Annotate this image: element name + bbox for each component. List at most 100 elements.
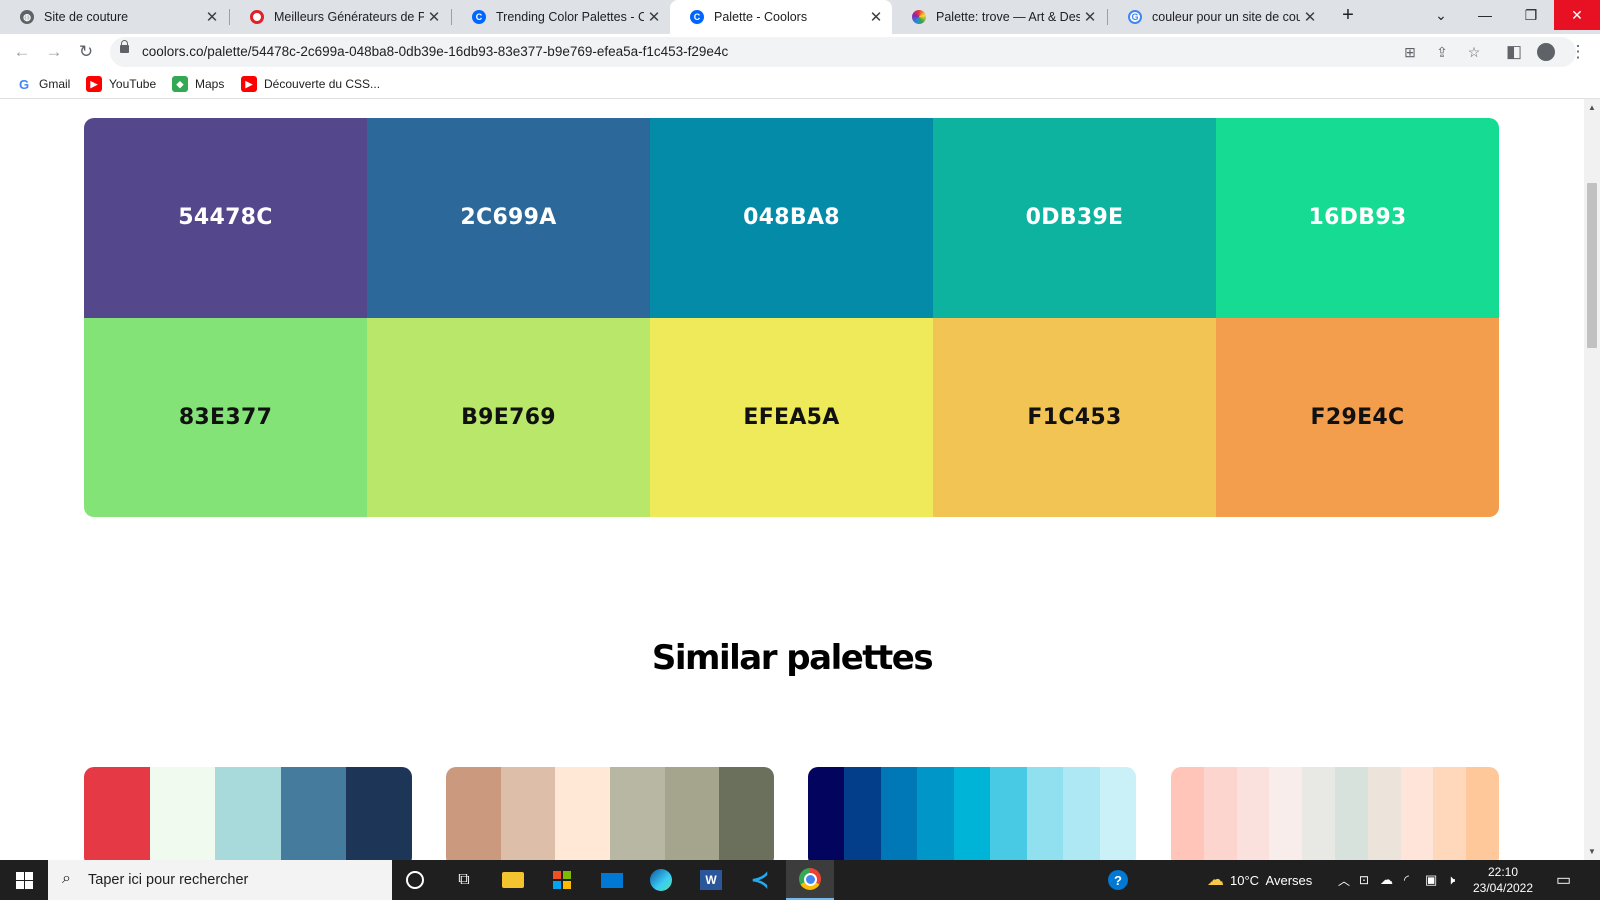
color-swatch[interactable]: F1C453 [933,317,1216,517]
color-hex-label: F29E4C [1310,404,1405,430]
cortana-icon[interactable] [400,865,430,895]
similar-palette-3[interactable] [808,767,1136,860]
weather-widget[interactable]: ☁ 10°C Averses [1207,860,1312,900]
weather-cloud-icon: ☁ [1207,870,1224,889]
translate-icon[interactable]: ⊞ [1400,42,1420,62]
similar-color-stripe [990,767,1027,860]
color-swatch[interactable]: 2C699A [367,118,650,318]
forward-icon[interactable]: → [42,40,66,64]
color-swatch[interactable]: B9E769 [367,317,650,517]
file-explorer-icon[interactable] [498,865,528,895]
menu-icon[interactable]: ⋮ [1566,40,1590,64]
edge-icon[interactable] [646,865,676,895]
page-content: 54478C 2C699A 048BA8 0DB39E 16DB93 83E377 B9E7… [0,99,1584,860]
similar-color-stripe [1302,767,1335,860]
back-icon[interactable]: ← [10,40,34,64]
close-icon[interactable]: ✕ [202,8,222,26]
reload-icon[interactable]: ↻ [74,40,98,64]
weather-text: 10°C Averses [1230,872,1313,888]
color-hex-label: 83E377 [178,404,273,430]
microsoft-store-icon[interactable] [547,865,577,895]
similar-color-stripe [844,767,881,860]
page-scrollbar[interactable]: ▲ ▼ [1584,99,1600,860]
color-hex-label: 0DB39E [1025,205,1124,231]
task-view-icon[interactable]: ⧉ [449,865,479,895]
profile-icon[interactable] [1534,40,1558,64]
similar-palette-2[interactable] [446,767,774,860]
color-swatch[interactable]: EFEA5A [650,317,933,517]
color-swatch[interactable]: 16DB93 [1216,118,1499,318]
tab-3[interactable]: C Trending Color Palettes - Coo ✕ [452,0,670,34]
similar-palette-4[interactable] [1171,767,1499,860]
tray-app-icon[interactable]: ⊡ [1359,860,1369,900]
similar-color-stripe [346,767,412,860]
window-close-icon[interactable]: ✕ [1554,0,1600,30]
wifi-icon[interactable]: ◜ [1404,860,1409,900]
similar-color-stripe [953,767,991,860]
help-icon[interactable]: ? [1103,865,1133,895]
side-panel-icon[interactable]: ◧ [1502,40,1526,64]
tab-6[interactable]: G couleur pour un site de coutu ✕ [1108,0,1326,34]
google-icon: G [18,76,30,92]
color-swatch[interactable]: F29E4C [1216,317,1499,517]
bookmark-youtube[interactable]: ▶ YouTube [86,76,156,92]
similar-color-stripe [1099,767,1136,860]
similar-color-stripe [1026,767,1064,860]
close-icon[interactable]: ✕ [424,8,444,26]
tab-5[interactable]: Palette: trove — Art & Design ✕ [892,0,1106,34]
tab-search-icon[interactable]: ⌄ [1418,0,1464,30]
bookmark-label: YouTube [109,77,157,91]
tab-1[interactable]: ◍ Site de couture ✕ [0,0,228,34]
bookmark-maps[interactable]: ◆ Maps [172,76,224,92]
coolors-icon: C [690,10,704,24]
vscode-icon[interactable]: ≺ [745,865,775,895]
bookmark-gmail[interactable]: G Gmail [16,76,70,92]
chrome-icon[interactable] [786,860,834,900]
color-hex-label: 2C699A [460,205,557,231]
color-swatch[interactable]: 048BA8 [650,118,933,318]
scrollbar-thumb[interactable] [1587,183,1597,348]
tray-chevron-icon[interactable]: ︿ [1338,860,1350,900]
similar-palette-1[interactable] [84,767,412,860]
scroll-up-icon[interactable]: ▲ [1588,103,1596,112]
share-icon[interactable]: ⇪ [1432,42,1452,62]
color-wheel-icon [912,10,926,24]
similar-color-stripe [1367,767,1401,860]
notification-icon[interactable]: ▭ [1556,860,1571,900]
url-text: coolors.co/palette/54478c-2c699a-048ba8-… [142,44,729,59]
color-swatch[interactable]: 54478C [84,118,367,318]
scroll-down-icon[interactable]: ▼ [1588,847,1596,856]
similar-color-stripe [555,767,611,860]
tab-4-active[interactable]: C Palette - Coolors ✕ [670,0,892,34]
lock-icon[interactable] [120,40,129,53]
bookmark-label: Gmail [39,77,71,91]
tab-2[interactable]: Meilleurs Générateurs de Pale ✕ [230,0,450,34]
tray-cloud-icon[interactable]: ☁ [1380,860,1393,900]
bookmark-star-icon[interactable]: ☆ [1464,42,1484,62]
bookmark-css[interactable]: ▶ Découverte du CSS... [241,76,380,92]
close-icon[interactable]: ✕ [644,8,664,26]
search-icon: ⌕ [62,870,71,887]
volume-icon[interactable]: 🕨 [1447,860,1455,900]
color-hex-label: EFEA5A [743,404,840,430]
close-icon[interactable]: ✕ [866,8,886,26]
restore-icon[interactable]: ❐ [1508,0,1554,30]
color-hex-label: 048BA8 [743,205,840,231]
similar-color-stripe [880,767,918,860]
word-icon[interactable]: W [696,865,726,895]
color-swatch[interactable]: 83E377 [84,317,367,517]
taskbar-search-input[interactable]: ⌕ Taper ici pour rechercher [48,860,392,900]
close-icon[interactable]: ✕ [1300,8,1320,26]
display-icon[interactable]: ▣ [1425,860,1437,900]
address-bar[interactable]: coolors.co/palette/54478c-2c699a-048ba8-… [110,37,1576,67]
coolors-icon: C [472,10,486,24]
similar-color-stripe [1269,767,1303,860]
new-tab-button[interactable]: + [1330,0,1366,30]
tab-title: Meilleurs Générateurs de Pale [274,10,424,24]
windows-start-icon[interactable] [0,860,48,900]
minimize-icon[interactable]: — [1462,0,1508,30]
clock[interactable]: 22:10 23/04/2022 [1468,860,1538,900]
close-icon[interactable]: ✕ [1080,8,1100,26]
color-swatch[interactable]: 0DB39E [933,118,1216,318]
mail-icon[interactable] [597,865,627,895]
